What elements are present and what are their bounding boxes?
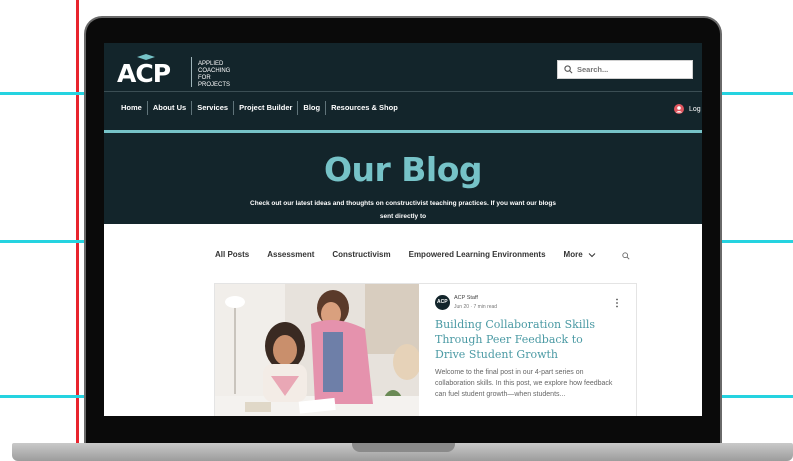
search-icon[interactable]: [622, 252, 630, 260]
site-header: ACP APPLIED COACHING FOR PROJECTS Home A…: [104, 43, 702, 232]
classroom-photo: [215, 284, 419, 416]
blog-intro: Check out our latest ideas and thoughts …: [244, 198, 562, 236]
user-icon: [674, 104, 684, 114]
intro-line: Check out our latest ideas and thoughts …: [250, 200, 556, 220]
post-title[interactable]: Building Collaboration Skills Through Pe…: [435, 317, 615, 362]
header-divider: [104, 91, 702, 92]
post-card[interactable]: ACP ACP Staff Jun 20 · 7 min read Buildi…: [214, 283, 637, 416]
avatar[interactable]: ACP: [435, 295, 450, 310]
search-box[interactable]: [557, 60, 693, 79]
nav-item-project-builder[interactable]: Project Builder: [233, 101, 297, 115]
post-date: Jun 20: [454, 304, 470, 310]
more-vertical-icon[interactable]: [615, 298, 619, 308]
site-logo[interactable]: ACP APPLIED COACHING FOR PROJECTS: [117, 54, 237, 90]
red-guide-line: [76, 0, 79, 461]
search-input[interactable]: [577, 65, 687, 74]
logo-line: COACHING: [198, 68, 231, 74]
post-author[interactable]: ACP Staff: [454, 295, 478, 301]
nav-item-blog[interactable]: Blog: [297, 101, 325, 115]
nav-item-resources-shop[interactable]: Resources & Shop: [325, 101, 403, 115]
avatar-label: ACP: [437, 299, 448, 305]
search-icon: [564, 65, 573, 74]
post-image[interactable]: [215, 284, 419, 416]
logo-mark: ACP: [117, 59, 171, 88]
laptop-notch: [352, 443, 455, 452]
post-read-time: 7 min read: [473, 304, 498, 310]
post-body: ACP ACP Staff Jun 20 · 7 min read Buildi…: [420, 284, 637, 416]
nav-item-services[interactable]: Services: [191, 101, 233, 115]
nav-accent-bar: [104, 130, 702, 133]
laptop-screen: ACP APPLIED COACHING FOR PROJECTS Home A…: [104, 43, 702, 416]
post-excerpt: Welcome to the final post in our 4-part …: [435, 369, 613, 398]
logo-subtitle: APPLIED COACHING FOR PROJECTS: [198, 61, 237, 89]
logo-divider: [191, 57, 192, 87]
login-label: Log: [689, 105, 701, 113]
login-button[interactable]: Log: [674, 104, 701, 114]
chevron-down-icon: [588, 252, 596, 257]
category-tabs: All Posts Assessment Constructivism Empo…: [215, 250, 596, 259]
page-title: Our Blog: [323, 150, 483, 189]
nav-item-home[interactable]: Home: [116, 101, 147, 115]
post-meta: Jun 20 · 7 min read: [454, 304, 497, 310]
nav-item-about-us[interactable]: About Us: [146, 101, 191, 115]
logo-line: APPLIED: [198, 61, 224, 67]
tab-assessment[interactable]: Assessment: [267, 250, 314, 259]
tab-all-posts[interactable]: All Posts: [215, 250, 249, 259]
tab-constructivism[interactable]: Constructivism: [332, 250, 390, 259]
logo-line: FOR PROJECTS: [198, 75, 231, 88]
intro-line: your inbox, make sure to subscribe below…: [337, 225, 469, 232]
main-nav: Home About Us Services Project Builder B…: [116, 101, 403, 115]
tab-empowered-learning-environments[interactable]: Empowered Learning Environments: [409, 250, 546, 259]
tab-more[interactable]: More: [564, 250, 596, 259]
tab-more-label: More: [563, 250, 583, 259]
